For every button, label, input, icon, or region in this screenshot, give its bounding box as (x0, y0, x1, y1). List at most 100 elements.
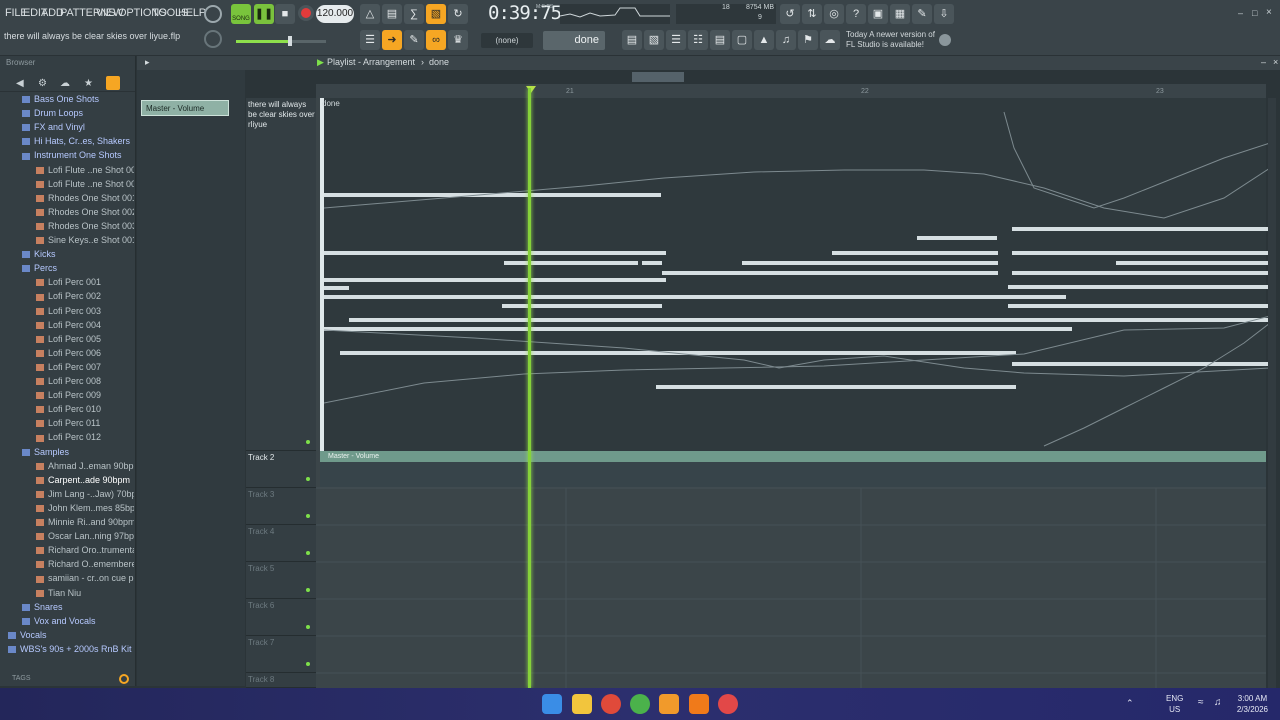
browser-item[interactable]: Lofi Perc 008 (0, 376, 134, 390)
cloud-icon[interactable]: ☁ (60, 78, 70, 89)
browser-item[interactable]: Jim Lang -..Jaw) 70bpm (0, 489, 134, 503)
pattern-name[interactable]: done (543, 31, 605, 50)
browser-item[interactable]: Minnie Ri..and 90bpm (0, 517, 134, 531)
track-7-header[interactable]: Track 7 (246, 636, 316, 673)
master-volume-slider[interactable] (236, 36, 326, 46)
browser-item[interactable]: Lofi Perc 006 (0, 348, 134, 362)
tags-label[interactable]: TAGS (12, 675, 31, 682)
track-3-led[interactable] (306, 514, 310, 518)
back-arrow-icon[interactable]: ◀ (16, 78, 24, 89)
browser-item[interactable]: FX and Vinyl (0, 122, 134, 136)
browser-item[interactable]: Lofi Perc 007 (0, 362, 134, 376)
track-1-header[interactable]: there will always be clear skies over rl… (246, 98, 316, 451)
channel-rack-icon[interactable]: ☰ (666, 30, 686, 50)
close-icon[interactable]: × (1273, 57, 1278, 67)
browser-item[interactable]: Sine Keys..e Shot 001 (0, 235, 134, 249)
tempo-display[interactable]: 120.000 (316, 5, 354, 23)
browser-item[interactable]: Carpent..ade 90bpm (0, 475, 134, 489)
track-7-led[interactable] (306, 662, 310, 666)
browser-item[interactable]: Lofi Perc 012 (0, 432, 134, 446)
automation-clip-item[interactable]: Master - Volume (141, 100, 229, 116)
browser-item[interactable]: Lofi Perc 010 (0, 404, 134, 418)
help-icon[interactable]: ? (846, 4, 866, 24)
pause-button[interactable]: ❚❚ (254, 4, 274, 24)
browser-item[interactable]: Vox and Vocals (0, 616, 134, 630)
browser-item[interactable]: Lofi Perc 009 (0, 390, 134, 404)
download-icon[interactable]: ⇩ (934, 4, 954, 24)
piano-roll-icon[interactable]: ▧ (644, 30, 664, 50)
track-2-header[interactable]: Track 2 (246, 451, 316, 488)
menu-help[interactable]: HELP (178, 7, 206, 19)
automation-clip[interactable]: Master - Volume (320, 451, 1266, 462)
start-icon[interactable] (542, 694, 562, 714)
timeline-ruler[interactable]: 21 22 23 (316, 84, 1266, 98)
project-icon[interactable]: ▢ (732, 30, 752, 50)
fl-studio-icon[interactable] (659, 694, 679, 714)
system-clock[interactable]: 3:00 AM 2/3/2026 (1237, 693, 1268, 715)
volume-icon[interactable]: ♫ (1214, 697, 1222, 708)
settings-icon[interactable]: ⚙ (38, 78, 47, 89)
file-explorer-icon[interactable] (572, 694, 592, 714)
song-mode-button[interactable]: SONG (231, 4, 251, 24)
browser-item[interactable]: Lofi Perc 005 (0, 334, 134, 348)
browser-item[interactable]: Drum Loops (0, 108, 134, 122)
browser-item[interactable]: Lofi Perc 011 (0, 418, 134, 432)
horizontal-scrollbar[interactable] (632, 72, 684, 82)
browser-item[interactable]: Kicks (0, 249, 134, 263)
app-icon[interactable] (630, 694, 650, 714)
browser-item[interactable]: Rhodes One Shot 002 (0, 207, 134, 221)
browser-item[interactable]: Bass One Shots (0, 94, 134, 108)
track-6-header[interactable]: Track 6 (246, 599, 316, 636)
browser-item[interactable]: Lofi Perc 004 (0, 320, 134, 334)
chrome-icon[interactable] (601, 694, 621, 714)
tempo-tap-icon[interactable]: ♫ (776, 30, 796, 50)
browser-item[interactable]: Percs (0, 263, 134, 277)
playhead[interactable] (528, 88, 531, 688)
piano-icon[interactable]: ☰ (360, 30, 380, 50)
track-1-led[interactable] (306, 440, 310, 444)
browser-item[interactable]: Snares (0, 602, 134, 616)
plugin-icon[interactable]: ▦ (890, 4, 910, 24)
track-2-led[interactable] (306, 477, 310, 481)
browser-item[interactable]: samiian - cr..on cue pls (0, 573, 134, 587)
track-8-header[interactable]: Track 8 (246, 673, 316, 688)
mixer-icon[interactable]: ⇅ (802, 4, 822, 24)
language-indicator[interactable]: ENG US (1166, 693, 1183, 715)
browser-item[interactable]: Tian Niu (0, 588, 134, 602)
cloud-icon[interactable]: ☁ (820, 30, 840, 50)
flag-icon[interactable]: ⚑ (798, 30, 818, 50)
browser-item[interactable]: Rhodes One Shot 001 (0, 193, 134, 207)
menu-arrow-icon[interactable]: ▸ (145, 57, 150, 68)
automation-clip-body[interactable] (320, 462, 1266, 487)
arrow-icon[interactable]: ➜ (382, 30, 402, 50)
mixer-view-icon[interactable]: ☷ (688, 30, 708, 50)
browser-item[interactable]: Lofi Perc 001 (0, 277, 134, 291)
record-button[interactable] (298, 5, 314, 21)
star-icon[interactable]: ★ (84, 78, 93, 89)
browser-item[interactable]: Richard O..emembered (0, 559, 134, 573)
browser-item[interactable]: Lofi Perc 003 (0, 306, 134, 320)
browser-item[interactable]: WBS's 90s + 2000s RnB Kit (0, 644, 134, 658)
browser-item[interactable]: Hi Hats, Cr..es, Shakers (0, 136, 134, 150)
wait-icon[interactable]: ▤ (382, 4, 402, 24)
countdown-icon[interactable]: ∑ (404, 4, 424, 24)
window-minimize-icon[interactable]: – (1238, 8, 1243, 18)
track-3-header[interactable]: Track 3 (246, 488, 316, 525)
window-restore-icon[interactable]: □ (1252, 8, 1257, 18)
browser-item[interactable]: Ahmad J..eman 90bpm (0, 461, 134, 475)
browser-item[interactable]: Instrument One Shots (0, 150, 134, 164)
stop-button[interactable]: ■ (275, 4, 295, 24)
vertical-scrollbar[interactable] (1268, 98, 1276, 688)
browser-item[interactable]: Lofi Perc 002 (0, 291, 134, 305)
browser-item[interactable]: Richard Oro..trumental (0, 545, 134, 559)
browser-item[interactable]: Rhodes One Shot 003 (0, 221, 134, 235)
step-edit-icon[interactable]: ▧ (426, 4, 446, 24)
browser-view-icon[interactable]: ▤ (710, 30, 730, 50)
save-icon[interactable]: ▣ (868, 4, 888, 24)
pencil-icon[interactable]: ✎ (404, 30, 424, 50)
update-notice[interactable]: Today A newer version of FL Studio is av… (846, 30, 935, 50)
breadcrumb[interactable]: done (429, 57, 449, 67)
browser-item[interactable]: Samples (0, 447, 134, 461)
track-5-led[interactable] (306, 588, 310, 592)
track-4-header[interactable]: Track 4 (246, 525, 316, 562)
